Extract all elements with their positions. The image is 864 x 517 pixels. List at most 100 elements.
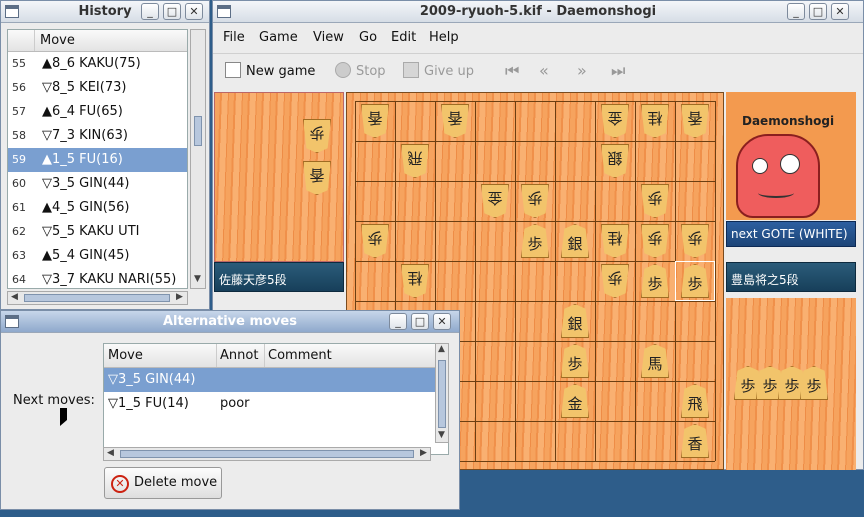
move-text: ▲5_4 GIN(45) [42, 248, 130, 263]
shogi-piece[interactable]: 金 [601, 104, 629, 138]
scroll-down-icon[interactable]: ▼ [194, 274, 201, 284]
toolbar: New game Stop Give up ⏮ « » ⏭ [213, 53, 863, 87]
column-move[interactable]: Move [108, 348, 143, 363]
shogi-piece[interactable]: 歩 [561, 344, 589, 378]
scrollbar-thumb[interactable] [438, 360, 446, 428]
scroll-left-icon[interactable]: ◀ [107, 448, 114, 458]
scrollbar-thumb[interactable] [194, 116, 202, 146]
shogi-piece[interactable]: 金 [561, 384, 589, 418]
board-gridline [355, 301, 715, 302]
maximize-button[interactable]: □ [809, 3, 827, 20]
captured-piece[interactable]: 歩 [800, 366, 828, 400]
shogi-piece[interactable]: 歩 [521, 184, 549, 218]
shogi-piece[interactable]: 金 [481, 184, 509, 218]
shogi-piece[interactable]: 桂 [401, 264, 429, 298]
shogi-piece[interactable]: 香 [681, 104, 709, 138]
history-row[interactable]: 57 ▲6_4 FU(65) [8, 100, 187, 124]
shogi-piece[interactable]: 桂 [601, 224, 629, 258]
give-up-button[interactable]: Give up [403, 62, 474, 82]
menu-help[interactable]: Help [429, 30, 459, 45]
shogi-piece[interactable]: 銀 [561, 224, 589, 258]
history-titlebar[interactable]: History _ □ ✕ [1, 1, 209, 23]
minimize-button[interactable]: _ [787, 3, 805, 20]
player-name-left: 佐藤天彦5段 [214, 262, 344, 292]
move-number: 55 [12, 57, 26, 70]
captured-piece[interactable]: 香 [303, 161, 331, 195]
column-comment[interactable]: Comment [268, 348, 332, 363]
scrollbar-thumb[interactable] [24, 294, 170, 302]
history-row[interactable]: 61 ▲4_5 GIN(56) [8, 196, 187, 220]
shogi-piece[interactable]: 桂 [641, 104, 669, 138]
scroll-left-icon[interactable]: ◀ [11, 292, 18, 302]
stop-button[interactable]: Stop [335, 62, 386, 82]
history-row[interactable]: 62 ▽5_5 KAKU UTI [8, 220, 187, 244]
menu-file[interactable]: File [223, 30, 245, 45]
shogi-piece[interactable]: 歩 [641, 224, 669, 258]
shogi-piece[interactable]: 香 [361, 104, 389, 138]
shogi-piece[interactable]: 馬 [641, 344, 669, 378]
daemon-avatar: Daemonshogi [726, 92, 856, 220]
shogi-piece[interactable]: 銀 [561, 304, 589, 338]
minimize-button[interactable]: _ [141, 3, 159, 20]
scrollbar-thumb[interactable] [120, 450, 414, 458]
shogi-piece[interactable]: 飛 [401, 144, 429, 178]
close-button[interactable]: ✕ [433, 313, 451, 330]
shogi-piece[interactable]: 歩 [521, 224, 549, 258]
main-titlebar[interactable]: 2009-ryuoh-5.kif - Daemonshogi _ □ ✕ [213, 1, 863, 23]
shogi-piece[interactable]: 歩 [361, 224, 389, 258]
history-row[interactable]: 56 ▽8_5 KEI(73) [8, 76, 187, 100]
go-back-icon[interactable]: « [539, 61, 549, 80]
shogi-piece[interactable]: 香 [681, 424, 709, 458]
move-text: ▽8_5 KEI(73) [42, 80, 127, 95]
column-annot[interactable]: Annot [220, 348, 258, 363]
history-vertical-scrollbar[interactable]: ▼ [190, 29, 206, 289]
shogi-piece[interactable]: 歩 [641, 264, 669, 298]
alternative-moves-list[interactable]: Move Annot Comment ▽3_5 GIN(44) ▽1_5 FU(… [103, 343, 449, 455]
history-list[interactable]: Move 55 ▲8_6 KAKU(75) 56 ▽8_5 KEI(73) 57 ▲6_4… [7, 29, 188, 289]
alternatives-horizontal-scrollbar[interactable]: ◀ ▶ [103, 447, 431, 461]
list-item[interactable]: ▽3_5 GIN(44) [104, 368, 448, 392]
close-button[interactable]: ✕ [185, 3, 203, 20]
maximize-button[interactable]: □ [411, 313, 429, 330]
captured-pieces-left[interactable]: 歩香 [214, 92, 344, 262]
new-game-button[interactable]: New game [225, 62, 315, 82]
new-document-icon [225, 62, 241, 78]
maximize-button[interactable]: □ [163, 3, 181, 20]
alternatives-vertical-scrollbar[interactable]: ▲ ▼ [435, 343, 449, 443]
shogi-piece[interactable]: 香 [441, 104, 469, 138]
alternative-moves-header[interactable]: Move Annot Comment [104, 344, 448, 368]
shogi-piece[interactable]: 銀 [601, 144, 629, 178]
scroll-down-icon[interactable]: ▼ [438, 430, 445, 440]
go-first-icon[interactable]: ⏮ [505, 61, 519, 81]
go-forward-icon[interactable]: » [577, 61, 587, 80]
alternative-moves-titlebar[interactable]: Alternative moves _ □ ✕ [1, 311, 459, 333]
captured-pieces-right[interactable]: 歩歩歩歩 [726, 298, 856, 470]
shogi-piece[interactable]: 歩 [601, 264, 629, 298]
history-horizontal-scrollbar[interactable]: ◀ ▶ [7, 291, 188, 305]
move-text: ▲8_6 KAKU(75) [42, 56, 141, 71]
shogi-piece[interactable]: 歩 [681, 224, 709, 258]
history-row[interactable]: 55 ▲8_6 KAKU(75) [8, 52, 187, 76]
scroll-up-icon[interactable]: ▲ [438, 344, 445, 354]
scroll-right-icon[interactable]: ▶ [176, 292, 183, 302]
minimize-button[interactable]: _ [389, 313, 407, 330]
history-row[interactable]: 64 ▽3_7 KAKU NARI(55) [8, 268, 187, 288]
move-text: ▽7_3 KIN(63) [42, 128, 128, 143]
history-row[interactable]: 63 ▲5_4 GIN(45) [8, 244, 187, 268]
delete-move-button[interactable]: ✕ Delete move [104, 467, 222, 499]
close-button[interactable]: ✕ [831, 3, 849, 20]
captured-piece[interactable]: 歩 [303, 119, 331, 153]
menu-go[interactable]: Go [359, 30, 377, 45]
menu-view[interactable]: View [313, 30, 344, 45]
history-row[interactable]: 59 ▲1_5 FU(16) [8, 148, 187, 172]
menu-edit[interactable]: Edit [391, 30, 416, 45]
shogi-piece[interactable]: 飛 [681, 384, 709, 418]
scroll-right-icon[interactable]: ▶ [420, 448, 427, 458]
history-row[interactable]: 58 ▽7_3 KIN(63) [8, 124, 187, 148]
history-column-header[interactable]: Move [8, 30, 187, 52]
shogi-piece[interactable]: 歩 [641, 184, 669, 218]
go-last-icon[interactable]: ⏭ [611, 61, 625, 81]
history-row[interactable]: 60 ▽3_5 GIN(44) [8, 172, 187, 196]
menu-game[interactable]: Game [259, 30, 298, 45]
list-item[interactable]: ▽1_5 FU(14) poor [104, 392, 448, 416]
